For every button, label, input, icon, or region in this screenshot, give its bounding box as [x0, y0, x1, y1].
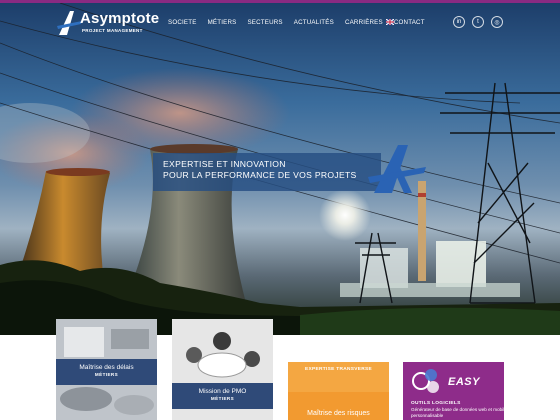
nav-item-societe[interactable]: SOCIETE	[168, 19, 197, 26]
instagram-icon[interactable]: ◎	[491, 16, 503, 28]
instagram-glyph: ◎	[494, 19, 500, 26]
main-nav: SOCIETE MÉTIERS SECTEURS ACTUALITÉS CARR…	[168, 19, 436, 26]
easy-brand: EASY	[448, 376, 480, 388]
linkedin-glyph: in	[456, 19, 462, 25]
nav-item-secteurs[interactable]: SECTEURS	[247, 19, 282, 26]
hero-tagline: EXPERTISE ET INNOVATION POUR LA PERFORMA…	[153, 153, 381, 191]
nav-item-metiers[interactable]: MÉTIERS	[208, 19, 237, 26]
brand-name: Asymptote	[80, 10, 160, 27]
tagline-line-1: EXPERTISE ET INNOVATION	[163, 159, 286, 169]
twitter-glyph: t	[477, 19, 479, 25]
card-easy-category: OUTILS LOGICIELS	[411, 401, 461, 406]
card-delays[interactable]: Maîtrise des délais MÉTIERS	[56, 319, 157, 420]
twitter-icon[interactable]: t	[472, 16, 484, 28]
card-easy-description: Générateur de base de données web et mob…	[411, 407, 504, 418]
hero-banner: Asymptote PROJECT MANAGEMENT SOCIETE MÉT…	[0, 3, 560, 335]
brand-logo[interactable]: Asymptote PROJECT MANAGEMENT	[56, 9, 166, 37]
card-pmo-title: Mission de PMO	[198, 388, 247, 395]
brand-a-mark-icon	[368, 145, 426, 193]
easy-logo-icon	[412, 369, 439, 393]
card-pmo-label: Mission de PMO MÉTIERS	[172, 383, 273, 409]
nav-item-carrieres[interactable]: CARRIÈRES	[345, 19, 383, 26]
uk-flag-icon[interactable]	[386, 19, 394, 25]
card-risks[interactable]: EXPERTISE TRANSVERSE Maîtrise des risque…	[288, 362, 389, 420]
card-delays-category: MÉTIERS	[94, 372, 119, 377]
card-risks-category: EXPERTISE TRANSVERSE	[304, 367, 373, 372]
linkedin-icon[interactable]: in	[453, 16, 465, 28]
card-delays-title: Maîtrise des délais	[79, 364, 134, 371]
brand-subtitle: PROJECT MANAGEMENT	[82, 28, 143, 33]
tagline-line-2: POUR LA PERFORMANCE DE VOS PROJETS	[163, 170, 357, 180]
card-pmo-category: MÉTIERS	[210, 396, 235, 401]
card-pmo[interactable]: Mission de PMO MÉTIERS	[172, 319, 273, 420]
nav-item-actualites[interactable]: ACTUALITÉS	[294, 19, 334, 26]
nav-item-contact[interactable]: CONTACT	[394, 19, 425, 26]
card-delays-label: Maîtrise des délais MÉTIERS	[56, 359, 157, 385]
card-easy[interactable]: EASY OUTILS LOGICIELS Générateur de base…	[403, 362, 504, 420]
card-risks-title: Maîtrise des risques	[307, 410, 370, 417]
